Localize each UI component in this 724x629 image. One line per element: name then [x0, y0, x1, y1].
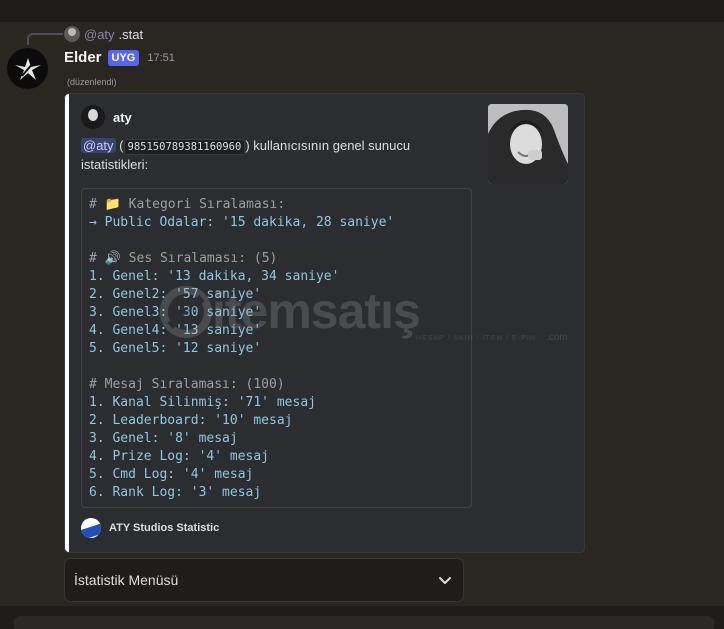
code-line: 2. Leaderboard: '10' mesaj — [89, 413, 293, 428]
code-line: → Public Odalar: '15 dakika, 28 saniye' — [89, 215, 395, 230]
code-line: 2. Genel2: '57 saniye' — [89, 287, 262, 302]
chevron-down-icon — [439, 577, 451, 584]
code-line: # Mesaj Sıralaması: (100) — [89, 377, 285, 392]
code-line: # 📁 Kategori Sıralaması: — [89, 197, 286, 212]
code-line: # 🔊 Ses Sıralaması: (5) — [89, 251, 278, 266]
reply-spine — [27, 33, 63, 45]
stats-code-block: # 📁 Kategori Sıralaması: → Public Odalar… — [81, 188, 472, 508]
code-line: 3. Genel: '8' mesaj — [89, 431, 238, 446]
embed-footer: ATY Studios Statistic — [81, 518, 219, 538]
bottom-bar — [0, 606, 724, 629]
timestamp: 17:51 — [147, 51, 175, 64]
author-name: aty — [113, 109, 132, 125]
code-line: 4. Genel4: '13 saniye' — [89, 323, 262, 338]
user-avatar[interactable] — [7, 48, 48, 89]
stats-select-menu[interactable]: İstatistik Menüsü — [64, 558, 464, 602]
embed-color-bar — [65, 94, 69, 552]
author-avatar — [81, 105, 105, 129]
code-line: 4. Prize Log: '4' mesaj — [89, 449, 270, 464]
reply-preview[interactable]: @aty .stat — [64, 26, 143, 42]
embed: aty @aty (985150789381160960) kullanıcıs… — [64, 93, 585, 553]
user-mention[interactable]: @aty — [81, 138, 116, 153]
footer-text: ATY Studios Statistic — [109, 522, 220, 534]
reply-avatar — [64, 26, 80, 42]
app-badge: UYG — [107, 49, 140, 66]
portrait-image — [488, 104, 568, 184]
embed-thumbnail[interactable] — [488, 104, 568, 184]
embed-author: aty — [81, 105, 132, 129]
reply-mention[interactable]: @aty — [84, 27, 115, 42]
code-line: 1. Kanal Silinmiş: '71' mesaj — [89, 395, 316, 410]
top-bar — [0, 0, 724, 22]
plane-logo-icon — [14, 57, 41, 80]
code-line: 1. Genel: '13 dakika, 34 saniye' — [89, 269, 340, 284]
reply-text: .stat — [118, 26, 144, 42]
select-placeholder: İstatistik Menüsü — [74, 572, 179, 588]
code-line: 3. Genel3: '30 saniye' — [89, 305, 262, 320]
embed-description: @aty (985150789381160960) kullanıcısının… — [81, 137, 426, 174]
code-line: 5. Cmd Log: '4' mesaj — [89, 467, 254, 482]
message-header: Elder UYG 17:51 — [64, 49, 175, 66]
footer-icon — [81, 518, 101, 538]
username[interactable]: Elder — [64, 49, 102, 66]
code-line: 5. Genel5: '12 saniye' — [89, 341, 262, 356]
desc-open-paren: ( — [119, 138, 124, 153]
code-line: 6. Rank Log: '3' mesaj — [89, 485, 262, 500]
user-id-code: 985150789381160960 — [123, 139, 246, 155]
edited-label: (düzenlendi) — [67, 77, 117, 87]
message-input-edge[interactable] — [14, 616, 714, 629]
